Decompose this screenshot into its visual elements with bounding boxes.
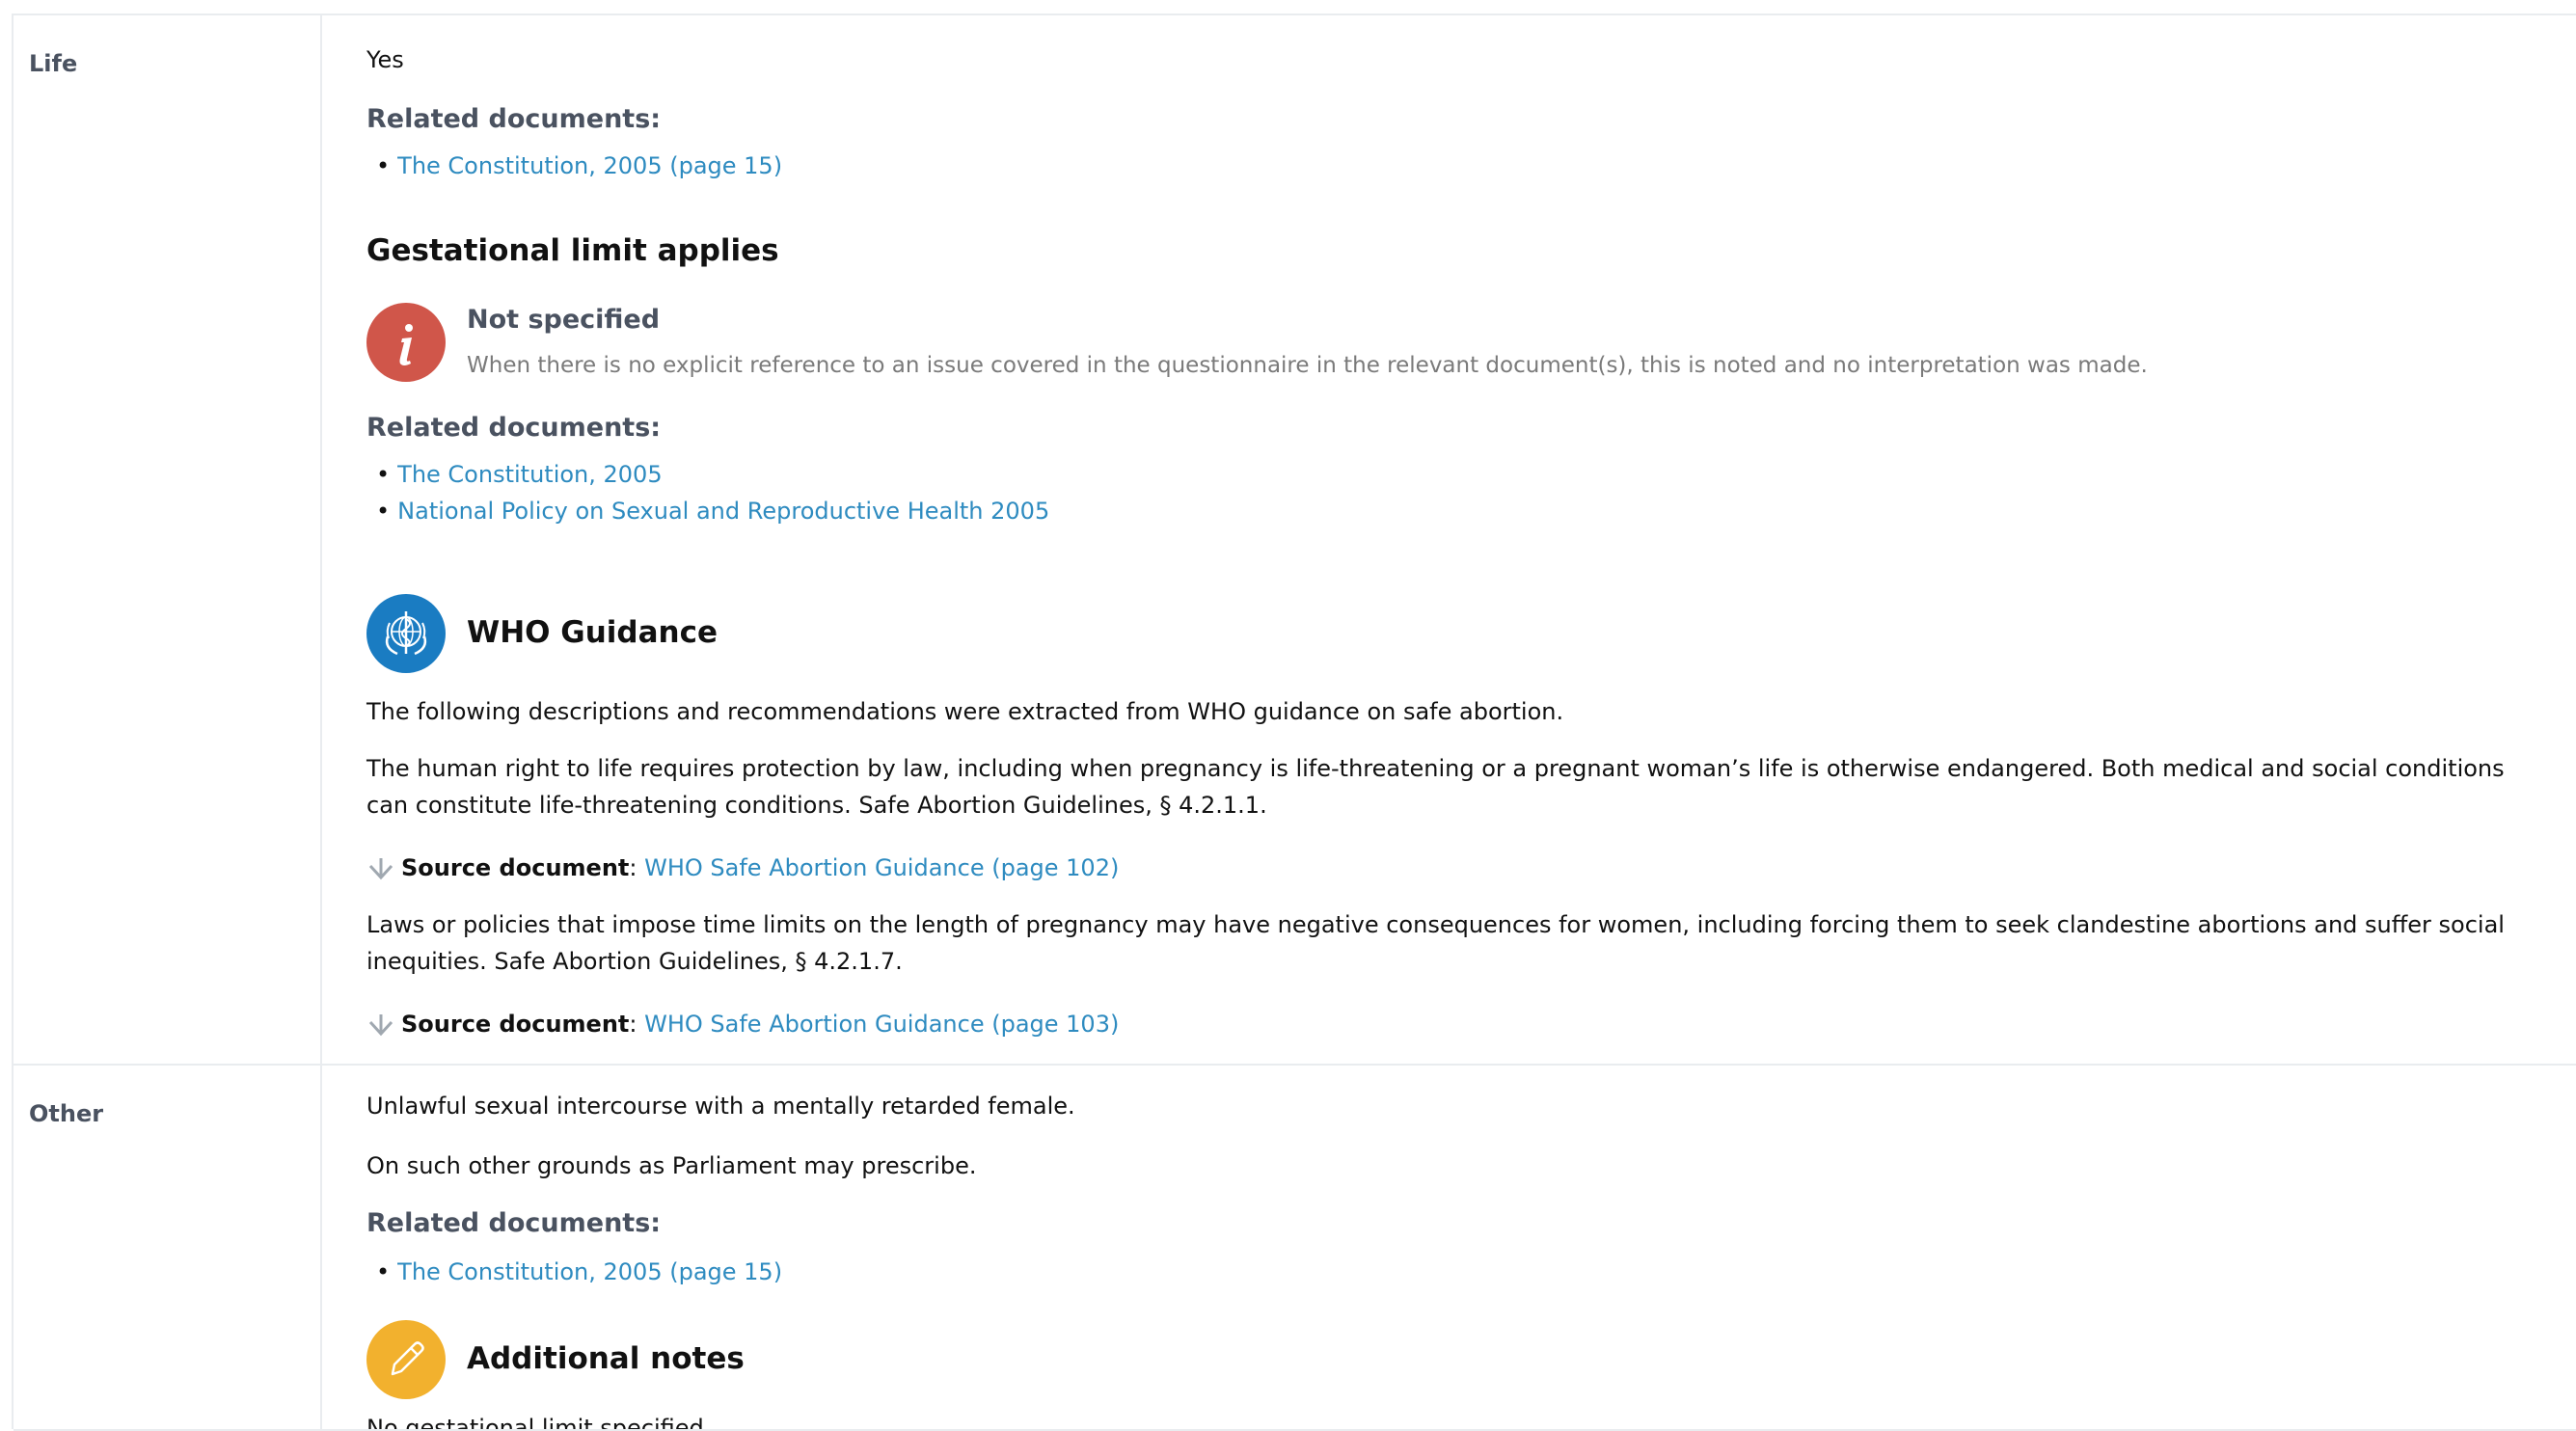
- list-item: • The Constitution, 2005 (page 15): [376, 152, 782, 179]
- doc-link-national-policy[interactable]: National Policy on Sexual and Reproducti…: [397, 498, 1049, 525]
- who-emblem-glyph: [385, 611, 427, 656]
- bullet: •: [376, 498, 391, 525]
- info-icon-glyph: [399, 324, 413, 365]
- who-paragraph-1: The human right to life requires protect…: [366, 755, 2505, 819]
- source-link-page-103[interactable]: WHO Safe Abortion Guidance (page 103): [644, 1011, 1119, 1038]
- row-content-life: Yes Related documents: • The Constitution…: [322, 15, 2576, 1064]
- bullet: •: [376, 461, 391, 488]
- related-documents-heading: Related documents:: [366, 1208, 662, 1238]
- related-documents-heading: Related documents:: [366, 413, 662, 443]
- doc-link-constitution-p15[interactable]: The Constitution, 2005 (page 15): [397, 1258, 782, 1285]
- pencil-icon: [366, 1320, 446, 1399]
- arrow-down-icon: [368, 858, 393, 880]
- pencil-icon-glyph: [391, 1341, 424, 1376]
- who-intro: The following descriptions and recommend…: [366, 698, 1564, 725]
- source-line-1: Source document: WHO Safe Abortion Guida…: [366, 854, 1119, 881]
- table-row-life: Life Yes Related documents: • The Constit…: [14, 15, 2576, 1066]
- answer-value: Yes: [366, 46, 404, 73]
- doc-link-constitution-p15[interactable]: The Constitution, 2005 (page 15): [397, 152, 782, 179]
- gestational-limit-heading: Gestational limit applies: [366, 233, 779, 268]
- who-guidance-title: WHO Guidance: [467, 615, 719, 650]
- who-emblem-icon: [366, 594, 446, 673]
- related-documents-heading: Related documents:: [366, 104, 662, 134]
- additional-notes-title: Additional notes: [467, 1341, 745, 1376]
- list-item: • The Constitution, 2005: [376, 461, 663, 488]
- info-icon: [366, 303, 446, 382]
- bullet: •: [376, 152, 391, 179]
- other-line-1: Unlawful sexual intercourse with a menta…: [366, 1093, 1075, 1120]
- source-link-page-102[interactable]: WHO Safe Abortion Guidance (page 102): [644, 854, 1119, 881]
- table-row-other: Other Unlawful sexual intercourse with a…: [14, 1066, 2576, 1431]
- doc-link-constitution[interactable]: The Constitution, 2005: [397, 461, 662, 488]
- list-item: • National Policy on Sexual and Reproduct…: [376, 498, 1049, 525]
- not-specified-description: When there is no explicit reference to a…: [467, 353, 2148, 378]
- data-table: Life Yes Related documents: • The Constit…: [12, 14, 2576, 1431]
- list-item: • The Constitution, 2005 (page 15): [376, 1258, 782, 1285]
- other-line-2: On such other grounds as Parliament may …: [366, 1152, 977, 1179]
- source-line-2: Source document: WHO Safe Abortion Guida…: [366, 1011, 1119, 1038]
- who-paragraph-2: Laws or policies that impose time limits…: [366, 911, 2505, 975]
- page: Life Yes Related documents: • The Constit…: [0, 0, 2576, 1431]
- row-content-other: Unlawful sexual intercourse with a menta…: [322, 1066, 2576, 1429]
- row-label-life: Life: [14, 15, 322, 1064]
- arrow-down-icon: [368, 1014, 393, 1037]
- not-specified-title: Not specified: [467, 305, 661, 335]
- row-label-other: Other: [14, 1066, 322, 1429]
- source-label: Source document: [401, 854, 630, 881]
- source-label: Source document: [401, 1011, 630, 1038]
- bullet: •: [376, 1258, 391, 1285]
